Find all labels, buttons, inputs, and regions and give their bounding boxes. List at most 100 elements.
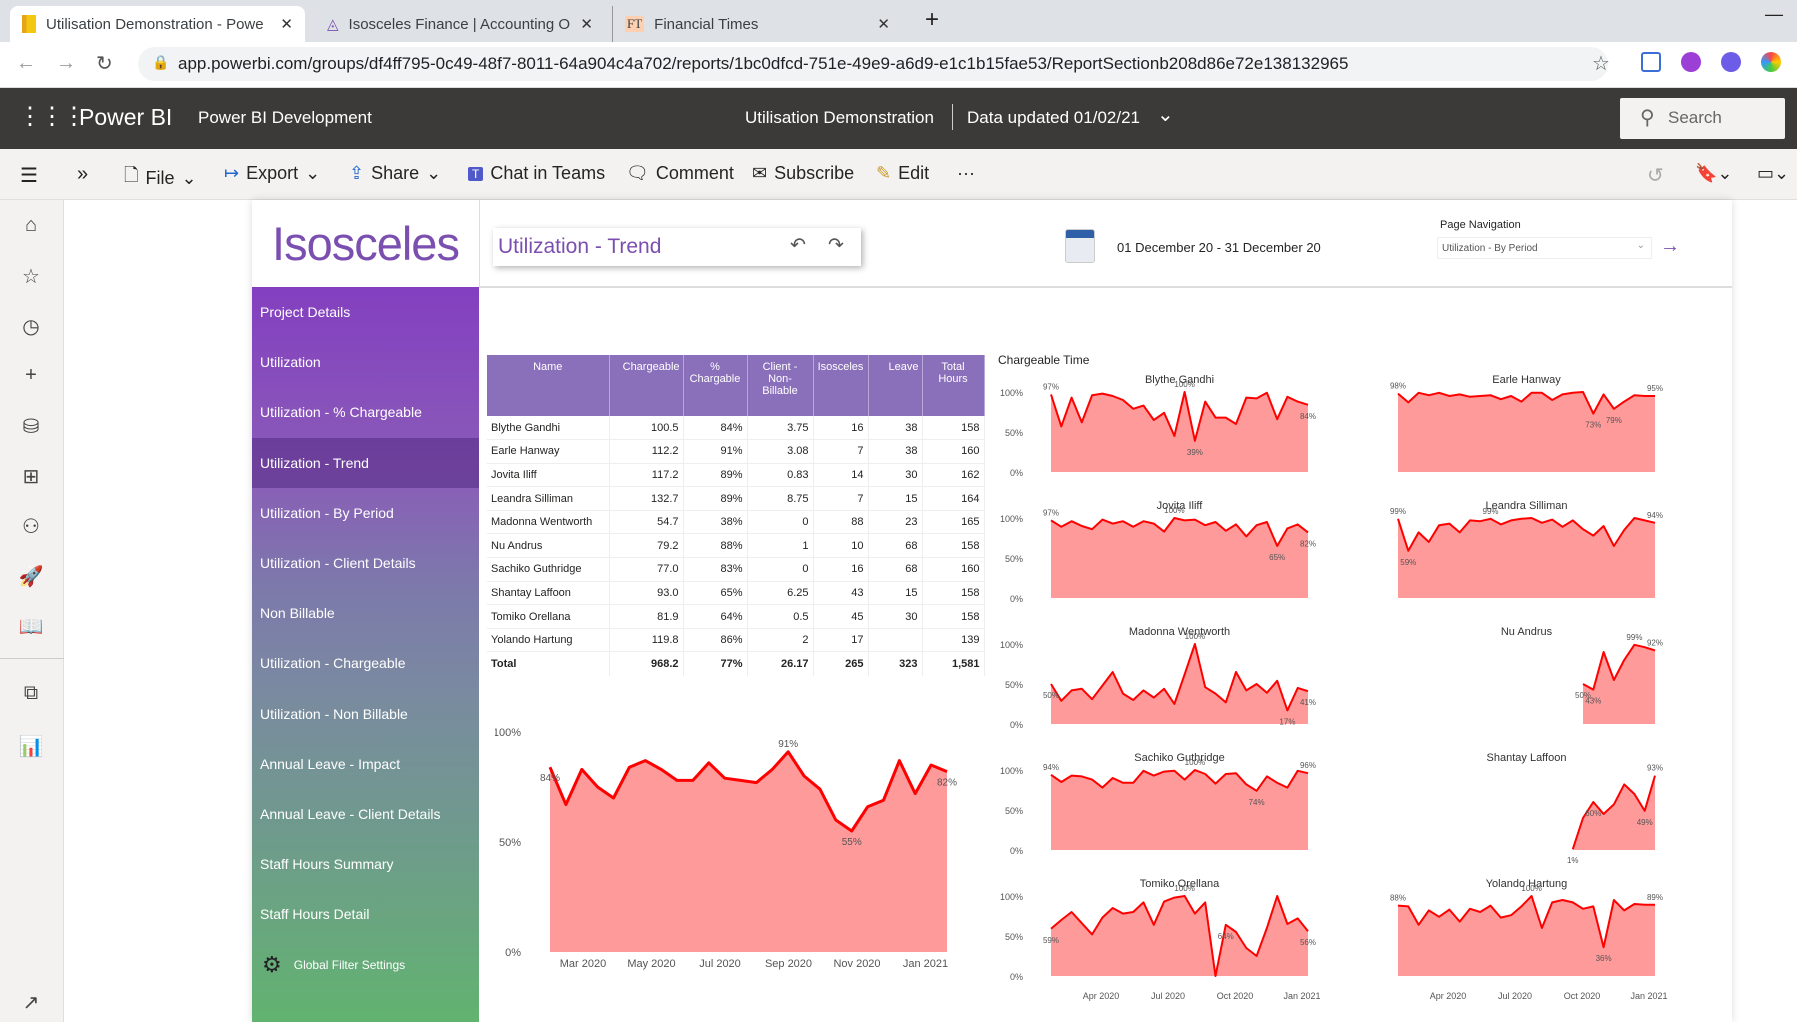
shared-people-icon[interactable]: ⚇ (18, 514, 44, 540)
table-row[interactable]: Yolando Hartung 119.8 86% 2 17 139 (487, 628, 985, 653)
browser-tab-ft[interactable]: FT Financial Times ✕ (612, 6, 902, 42)
workspace-link[interactable]: Power BI Development (198, 108, 372, 128)
chat-in-teams-button[interactable]: T Chat in Teams (468, 163, 605, 184)
column-header[interactable]: Isosceles (813, 355, 869, 416)
learn-rocket-icon[interactable]: 🚀 (18, 564, 44, 590)
table-row[interactable]: Nu Andrus 79.2 88% 1 10 68 158 (487, 533, 985, 559)
extension-icon[interactable] (1761, 52, 1781, 72)
column-header[interactable]: Total Hours (922, 355, 985, 416)
browser-tab-bar: Utilisation Demonstration - Powe ✕ ◬ Isos… (0, 0, 1797, 42)
hamburger-menu-icon[interactable]: ☰ (20, 163, 38, 188)
forward-arrow-icon[interactable]: ↷ (828, 234, 844, 257)
bookmark-star-icon[interactable]: ☆ (1592, 51, 1610, 76)
go-arrow-icon[interactable]: → (1660, 235, 1680, 258)
global-filter-settings-button[interactable]: ⚙ Global Filter Settings (252, 940, 479, 990)
close-tab-icon[interactable]: ✕ (280, 15, 293, 33)
table-row[interactable]: Leandra Silliman 132.7 89% 8.75 7 15 164 (487, 486, 985, 511)
extension-icon[interactable] (1721, 52, 1741, 72)
extension-icon[interactable] (1641, 52, 1661, 72)
table-row[interactable]: Jovita Iliff 117.2 89% 0.83 14 30 162 (487, 463, 985, 488)
nav-item[interactable]: Utilization - Non Billable (252, 689, 479, 739)
nav-item[interactable]: Non Billable (252, 588, 479, 638)
nav-item[interactable]: Staff Hours Detail (252, 889, 479, 939)
workspaces-icon[interactable]: ⧉ (18, 682, 44, 708)
data-label: 100% (1164, 506, 1184, 515)
table-row[interactable]: Sachiko Guthridge 77.0 83% 0 16 68 160 (487, 557, 985, 582)
table-cell: 162 (922, 463, 985, 488)
back-arrow-icon[interactable]: ↶ (790, 234, 806, 257)
gear-icon: ⚙ (262, 951, 282, 977)
nav-item[interactable]: Annual Leave - Impact (252, 739, 479, 789)
home-icon[interactable]: ⌂ (18, 214, 44, 240)
data-updated-dropdown[interactable]: Data updated 01/02/21 (967, 108, 1140, 128)
table-cell: 15 (868, 581, 923, 606)
book-icon[interactable]: 📖 (18, 614, 44, 640)
new-tab-button[interactable]: + (925, 6, 939, 34)
column-header[interactable]: Chargeable (609, 355, 684, 416)
data-label: 55% (842, 837, 862, 848)
extension-icon[interactable] (1681, 52, 1701, 72)
left-nav-rail: ⌂ ☆ ◷ + ⛁ ⊞ ⚇ 🚀 📖 ⧉ 📊 ↗ (0, 200, 64, 1022)
teams-icon: T (468, 166, 484, 181)
nav-item[interactable]: Utilization - % Chargeable (252, 387, 479, 437)
favorites-star-icon[interactable]: ☆ (18, 264, 44, 290)
minimize-button[interactable]: — (1765, 4, 1783, 25)
small-chart-title: Shantay Laffoon (1487, 752, 1567, 764)
nav-item[interactable]: Annual Leave - Client Details (252, 789, 479, 839)
comment-button[interactable]: 🗨 Comment (626, 163, 734, 184)
file-menu[interactable]: 🗋 File ⌄ (124, 163, 197, 193)
reload-icon[interactable]: ↻ (96, 51, 113, 76)
page-navigation-dropdown[interactable]: Utilization - By Period ⌄ (1437, 237, 1652, 259)
apps-icon[interactable]: ⊞ (18, 464, 44, 490)
share-menu[interactable]: ⇪ Share ⌄ (349, 163, 441, 184)
data-label: 91% (778, 739, 798, 750)
table-row[interactable]: Shantay Laffoon 93.0 65% 6.25 43 15 158 (487, 581, 985, 606)
column-header[interactable]: Leave (868, 355, 923, 416)
column-header[interactable]: Name (487, 355, 610, 416)
expand-arrow-icon[interactable]: ↗ (18, 990, 44, 1016)
column-header[interactable]: Client - Non-Billable (747, 355, 814, 416)
data-label: 41% (1300, 698, 1316, 707)
view-icon[interactable]: ▭⌄ (1757, 163, 1789, 184)
table-cell: 100.5 (609, 416, 684, 441)
expand-panel-icon[interactable]: » (77, 163, 88, 186)
bookmark-icon[interactable]: 🔖⌄ (1695, 163, 1733, 184)
nav-item[interactable]: Utilization (252, 337, 479, 387)
workspace-report-icon[interactable]: 📊 (18, 734, 44, 760)
nav-item[interactable]: Utilization - Trend (252, 437, 479, 488)
search-input[interactable]: ⚲ Search (1620, 98, 1785, 139)
browser-tab-powerbi[interactable]: Utilisation Demonstration - Powe ✕ (10, 6, 305, 42)
export-menu[interactable]: ↦ Export ⌄ (224, 163, 320, 184)
table-cell: 45 (813, 604, 869, 629)
chevron-down-icon[interactable]: ⌄ (1157, 102, 1174, 127)
forward-icon[interactable]: → (56, 52, 76, 75)
reset-icon[interactable]: ↺ (1647, 163, 1664, 188)
nav-item[interactable]: Utilization - Chargeable (252, 638, 479, 688)
divider (0, 658, 64, 659)
recent-clock-icon[interactable]: ◷ (18, 314, 44, 340)
close-tab-icon[interactable]: ✕ (580, 15, 593, 33)
table-row[interactable]: Tomiko Orellana 81.9 64% 0.5 45 30 158 (487, 604, 985, 629)
url-input[interactable]: 🔒 app.powerbi.com/groups/df4ff795-0c49-48… (138, 47, 1608, 81)
table-row[interactable]: Madonna Wentworth 54.7 38% 0 88 23 165 (487, 510, 985, 535)
more-options-button[interactable]: ··· (957, 163, 975, 184)
nav-item[interactable]: Utilization - Client Details (252, 538, 479, 588)
subscribe-button[interactable]: ✉ Subscribe (752, 163, 854, 184)
edit-button[interactable]: ✎ Edit (876, 163, 929, 184)
table-row[interactable]: Earle Hanway 112.2 91% 3.08 7 38 160 (487, 439, 985, 464)
app-launcher-icon[interactable]: ⋮⋮⋮ (18, 102, 86, 131)
browser-tab-isosceles[interactable]: ◬ Isosceles Finance | Accounting O ✕ (315, 6, 605, 42)
close-tab-icon[interactable]: ✕ (877, 15, 890, 33)
create-plus-icon[interactable]: + (18, 364, 44, 390)
nav-item[interactable]: Staff Hours Summary (252, 839, 479, 889)
ft-icon: FT (625, 16, 645, 32)
back-icon[interactable]: ← (16, 52, 36, 75)
label: Share (371, 163, 420, 183)
table-row[interactable]: Blythe Gandhi 100.5 84% 3.75 16 38 158 (487, 416, 985, 441)
nav-item[interactable]: Project Details (252, 287, 479, 337)
column-header[interactable]: % Chargable (683, 355, 748, 416)
nav-item[interactable]: Utilization - By Period (252, 488, 479, 538)
data-label: 92% (1647, 638, 1663, 647)
datasets-icon[interactable]: ⛁ (18, 414, 44, 440)
app-name[interactable]: Power BI (79, 104, 172, 131)
